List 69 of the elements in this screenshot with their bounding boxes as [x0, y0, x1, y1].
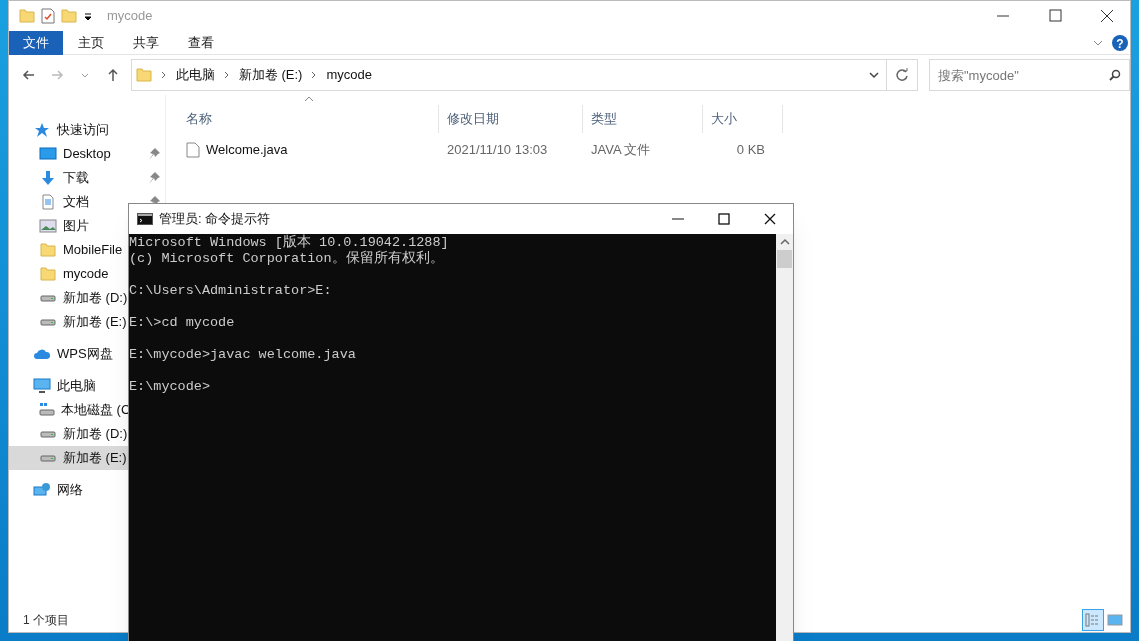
sidebar-item[interactable]: Desktop — [9, 142, 165, 166]
details-view-button[interactable] — [1082, 609, 1104, 631]
sidebar-item[interactable]: mycode — [9, 262, 128, 286]
sort-caret-icon — [304, 95, 314, 103]
new-folder-icon[interactable] — [61, 8, 77, 24]
console-line: E:\mycode> — [129, 379, 211, 395]
table-cell-text: Welcome.java — [206, 141, 288, 160]
sidebar-item[interactable]: WPS网盘 — [9, 342, 128, 366]
sidebar-item[interactable]: 图片 — [9, 214, 128, 238]
pc-icon — [33, 378, 51, 394]
ribbon-tab[interactable]: 主页 — [64, 30, 118, 55]
console-line: C:\Users\Administrator>E: — [129, 283, 333, 299]
ribbon-tab[interactable]: 查看 — [174, 30, 228, 55]
search-field[interactable]: 搜索"mycode" — [929, 59, 1130, 91]
document-icon — [39, 194, 57, 210]
status-text: 1 个项目 — [23, 612, 69, 629]
caret-icon[interactable] — [83, 11, 93, 21]
console-line: E:\mycode>javac welcome.java — [129, 347, 357, 363]
picture-icon — [39, 218, 57, 234]
network-icon — [33, 482, 51, 498]
drive-icon — [39, 430, 57, 438]
column-header[interactable]: 类型 — [583, 105, 703, 133]
drive-icon — [39, 318, 57, 326]
sidebar-item[interactable]: 网络 — [9, 478, 128, 502]
folder-icon — [19, 8, 35, 24]
folder-icon — [39, 266, 57, 282]
help-mark: ? — [1116, 36, 1124, 50]
cloud-icon — [33, 347, 51, 361]
star-icon — [33, 122, 51, 138]
sidebar-item[interactable]: 快速访问 — [9, 118, 128, 142]
console-line: (c) Microsoft Corporation。保留所有权利。 — [129, 251, 445, 267]
table-cell-text: JAVA 文件 — [591, 141, 651, 160]
column-header[interactable]: 修改日期 — [439, 105, 583, 133]
folder-icon — [39, 242, 57, 258]
search-icon — [1109, 69, 1121, 81]
terminal-icon — [137, 213, 153, 225]
column-header[interactable]: 大小 — [703, 105, 783, 133]
console-line: Microsoft Windows [版本 10.0.19042.1288] — [129, 235, 450, 250]
table-cell-text: 2021/11/10 13:03 — [447, 141, 548, 160]
breadcrumb-item[interactable]: 新加卷 (E:) — [238, 65, 303, 85]
scroll-thumb[interactable] — [777, 250, 792, 268]
folder-icon — [135, 67, 152, 83]
drive-icon — [39, 454, 57, 462]
help-icon[interactable]: ? — [1112, 34, 1128, 51]
refresh-icon[interactable] — [886, 59, 918, 91]
scroll-up-icon[interactable] — [779, 238, 790, 246]
sidebar-item[interactable]: 下载 — [9, 166, 165, 190]
file-icon — [186, 142, 200, 158]
window-title: mycode — [107, 7, 153, 26]
sidebar-item[interactable]: 新加卷 (D:) — [9, 422, 128, 446]
table-cell-text: 0 KB — [736, 141, 765, 160]
breadcrumb-item[interactable]: mycode — [326, 65, 372, 85]
desktop-icon — [39, 146, 57, 162]
sysdrive-icon — [39, 402, 55, 418]
download-icon — [39, 170, 57, 186]
properties-icon[interactable] — [41, 8, 55, 24]
ribbon-tab[interactable]: 文件 — [9, 30, 63, 55]
sidebar-item[interactable]: MobileFile — [9, 238, 128, 262]
ribbon-tab[interactable]: 共享 — [119, 30, 173, 55]
column-header[interactable]: 名称 — [178, 105, 439, 133]
scrollbar[interactable] — [776, 234, 793, 641]
sidebar-item[interactable]: 新加卷 (E:) — [9, 310, 128, 334]
address-bar[interactable]: 此电脑 新加卷 (E:) mycode — [130, 59, 888, 91]
sidebar-item[interactable]: 此电脑 — [9, 374, 128, 398]
breadcrumb-item[interactable]: 此电脑 — [175, 65, 215, 85]
sidebar-item[interactable]: 新加卷 (E:) — [9, 446, 128, 470]
drive-icon — [39, 294, 57, 302]
sidebar-item[interactable]: 新加卷 (D:) — [9, 286, 128, 310]
console-line: E:\>cd mycode — [129, 315, 236, 331]
